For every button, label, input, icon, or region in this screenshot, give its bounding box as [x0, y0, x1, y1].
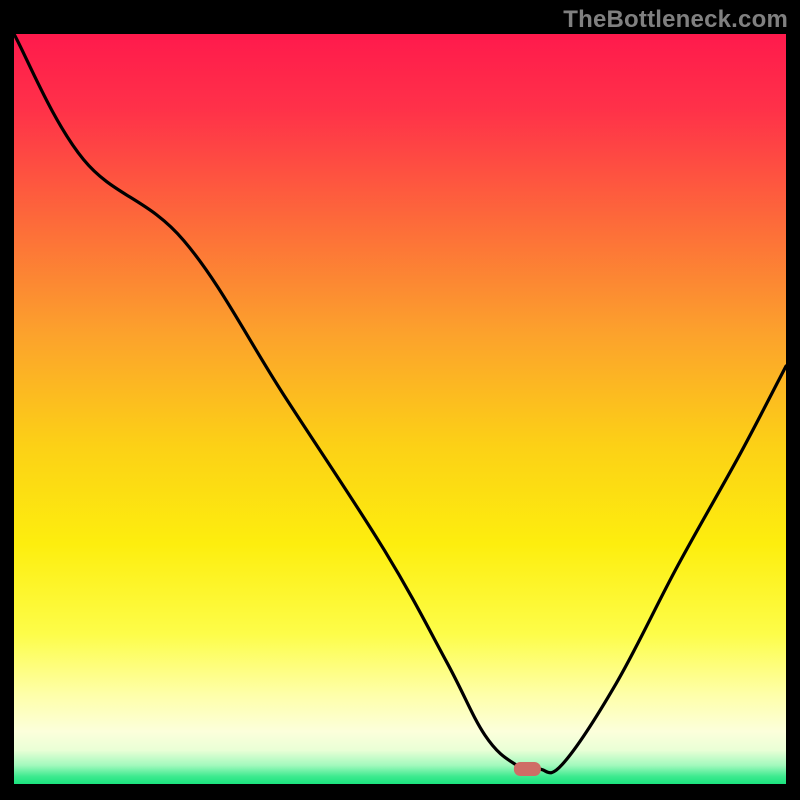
optimum-marker	[514, 763, 540, 776]
gradient-background	[14, 34, 786, 784]
watermark-text: TheBottleneck.com	[563, 6, 788, 34]
plot-area	[14, 34, 786, 784]
chart-svg	[14, 34, 786, 784]
chart-frame: TheBottleneck.com	[0, 0, 800, 800]
